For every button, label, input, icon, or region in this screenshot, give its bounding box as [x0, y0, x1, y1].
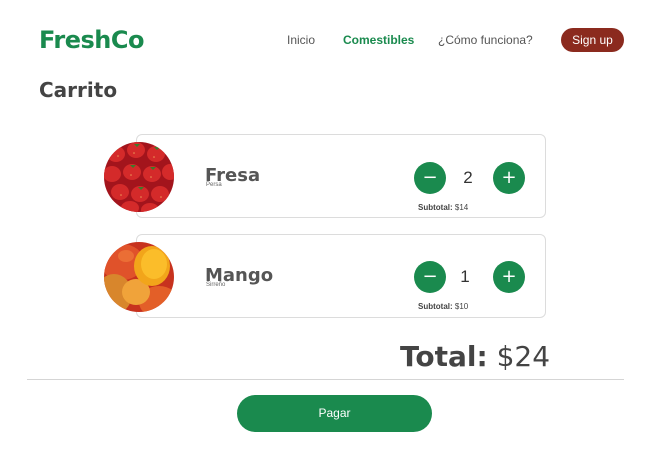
subtotal-label: Subtotal: [418, 302, 453, 311]
decrease-quantity-button[interactable]: − [414, 162, 446, 194]
subtotal-label: Subtotal: [418, 203, 453, 212]
item-variety: Persa [206, 182, 222, 188]
divider [27, 379, 624, 380]
pay-button[interactable]: Pagar [237, 395, 432, 432]
increase-quantity-button[interactable]: + [493, 261, 525, 293]
total-label: Total: [400, 340, 488, 373]
item-quantity: 2 [463, 168, 473, 187]
item-subtotal: Subtotal: $10 [418, 302, 468, 311]
brand-logo[interactable]: FreshCo [39, 26, 144, 54]
subtotal-value: $14 [454, 203, 469, 212]
strawberry-image [104, 142, 174, 212]
item-subtotal: Subtotal: $14 [418, 203, 468, 212]
nav-link-como-funciona[interactable]: ¿Cómo funciona? [438, 33, 533, 47]
mango-image [104, 242, 174, 312]
decrease-quantity-button[interactable]: − [414, 261, 446, 293]
nav-link-comestibles[interactable]: Comestibles [343, 33, 414, 47]
item-quantity: 1 [460, 267, 470, 286]
signup-button[interactable]: Sign up [561, 28, 624, 52]
cart-item-card [136, 134, 546, 218]
item-variety: Sirreño [206, 282, 226, 288]
subtotal-value: $10 [454, 302, 469, 311]
cart-total: Total: $24 [400, 340, 550, 373]
increase-quantity-button[interactable]: + [493, 162, 525, 194]
total-value: $24 [496, 340, 551, 373]
cart-item-card [136, 234, 546, 318]
nav-link-inicio[interactable]: Inicio [287, 33, 315, 47]
page-title: Carrito [39, 78, 118, 102]
